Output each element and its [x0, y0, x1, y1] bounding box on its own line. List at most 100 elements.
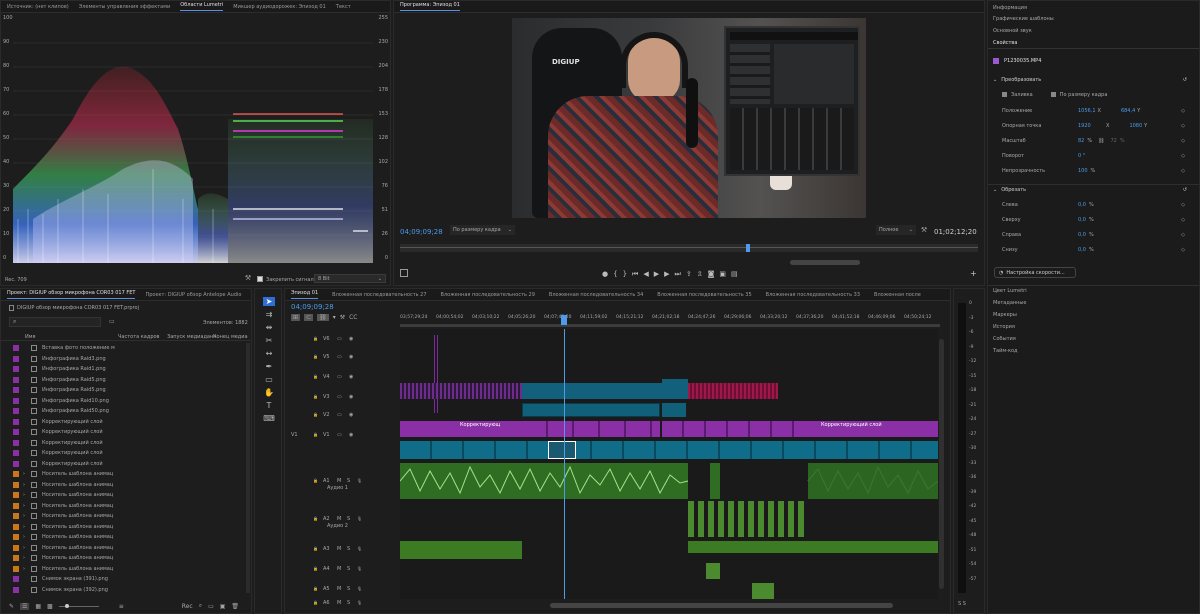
caption-tool-icon[interactable]: ⌨ [263, 414, 275, 423]
chevron-right-icon[interactable]: › [23, 524, 29, 530]
sort-icon[interactable]: ≡ [119, 603, 124, 610]
mute-button[interactable]: M [337, 478, 347, 484]
list-item[interactable]: Инфографика Raid5.png [1, 385, 245, 395]
chevron-right-icon[interactable]: › [23, 482, 29, 488]
go-to-in-icon[interactable]: ⏮ [632, 270, 638, 279]
microphone-icon[interactable]: 🎙 [357, 600, 362, 605]
lock-icon[interactable]: 🔒 [313, 374, 323, 379]
time-ruler[interactable]: 03;57;29;24 04;00;54;02 04;03;10;22 04;05;2… [400, 313, 940, 325]
lock-icon[interactable]: 🔒 [313, 546, 323, 551]
comparison-icon[interactable]: ▣ [719, 270, 726, 278]
tab-essential-sound[interactable]: Основной звук [988, 25, 1199, 36]
eye-icon[interactable]: ◉ [349, 394, 353, 400]
clamp-checkbox[interactable] [257, 276, 263, 282]
toggle-output-icon[interactable]: ▭ [337, 394, 349, 400]
tab-properties[interactable]: Свойства [988, 38, 1199, 49]
keyframe-icon[interactable]: ◇ [1181, 108, 1185, 114]
position-x[interactable]: 1056,1 [1078, 108, 1096, 114]
a3-music-clip[interactable] [400, 541, 522, 559]
wrench-icon[interactable]: ⚒ [244, 274, 252, 282]
eye-icon[interactable]: ◉ [349, 354, 353, 360]
tab-source[interactable]: Источник: (нет клипов) [7, 4, 69, 10]
v1-selected-clip[interactable] [548, 441, 576, 459]
quality-select[interactable]: Полное ⌄ [876, 225, 916, 235]
chevron-right-icon[interactable]: › [23, 566, 29, 572]
microphone-icon[interactable]: 🎙 [357, 478, 362, 483]
tab-sequence[interactable]: Вложенная последовательность 29 [441, 292, 535, 298]
a1-short-clip[interactable] [710, 463, 720, 499]
mark-in-icon[interactable]: { [613, 270, 617, 278]
eye-icon[interactable]: ◉ [349, 374, 353, 380]
extract-icon[interactable]: ⇫ [697, 270, 703, 278]
list-item[interactable]: Снимок экрана (391).png [1, 574, 245, 584]
position-y[interactable]: 684,4 [1121, 108, 1135, 114]
new-item-icon[interactable]: ▣ [220, 603, 226, 610]
mute-button[interactable]: M [337, 586, 347, 592]
playhead[interactable] [746, 244, 750, 252]
tab-timecode[interactable]: Тайм-код [988, 345, 1199, 356]
tab-info[interactable]: Информация [988, 2, 1199, 13]
list-item[interactable]: Корректирующий слой [1, 427, 245, 437]
anchor-y[interactable]: 1080 [1129, 123, 1142, 129]
program-scrubber[interactable] [400, 244, 978, 252]
lock-icon[interactable]: 🔒 [313, 432, 323, 437]
microphone-icon[interactable]: 🎙 [357, 566, 362, 571]
rotation-value[interactable]: 0 ° [1078, 153, 1085, 159]
list-item[interactable]: › Носитель шаблона анимац [1, 532, 245, 542]
tab-project-1[interactable]: Проект: DIGIUP обзор микрофона COR03 017… [7, 290, 136, 299]
mark-out-icon[interactable]: } [623, 270, 627, 278]
hand-tool-icon[interactable]: ✋ [264, 388, 274, 397]
tab-sequence[interactable]: Вложенная последовательность 33 [766, 292, 860, 298]
fill-checkbox[interactable] [1002, 92, 1007, 97]
rectangle-tool-icon[interactable]: ▭ [265, 375, 273, 384]
crop-bottom-value[interactable]: 0,0 [1078, 247, 1086, 253]
list-item[interactable]: Корректирующий слой [1, 438, 245, 448]
col-media-end[interactable]: Конец медиа [213, 334, 248, 340]
lock-icon[interactable]: 🔒 [313, 600, 323, 605]
v2-adjustment-clip-4[interactable]: Корректирующий слой [807, 421, 938, 437]
program-title[interactable]: Программа: Эпизод 01 [400, 2, 460, 11]
v4-clip-teal-2[interactable] [662, 379, 688, 399]
trash-icon[interactable]: 🗑 [231, 603, 239, 610]
v2-adjustment-clip-2[interactable] [522, 421, 660, 437]
solo-button[interactable]: S [347, 546, 357, 552]
lock-icon[interactable]: 🔒 [313, 566, 323, 571]
solo-button[interactable]: S [347, 600, 357, 606]
camera-icon[interactable]: ◙ [708, 270, 715, 278]
toggle-output-icon[interactable]: ▭ [337, 432, 349, 438]
razor-tool-icon[interactable]: ✂ [266, 336, 273, 345]
zoom-slider[interactable] [58, 603, 99, 608]
lock-icon[interactable]: 🔒 [313, 354, 323, 359]
list-item[interactable]: › Носитель шаблона анимац [1, 490, 245, 500]
list-item[interactable]: Корректирующий слой [1, 459, 245, 469]
list-item[interactable]: Инфографика Raid50.png [1, 406, 245, 416]
crop-header[interactable]: ⌄ Обрезать ↺ [988, 184, 1199, 195]
selection-tool-icon[interactable]: ➤ [263, 297, 275, 306]
keyframe-icon[interactable]: ◇ [1181, 202, 1185, 208]
keyframe-icon[interactable]: ◇ [1181, 138, 1185, 144]
a3-music-clip-2[interactable] [688, 541, 938, 553]
v4-clip-magenta[interactable] [688, 383, 778, 399]
timeline-timecode[interactable]: 04;09;09;28 [291, 303, 334, 311]
transform-header[interactable]: ⌄ Преобразовать ↺ [988, 74, 1199, 85]
a2-audio-clips[interactable] [688, 501, 808, 537]
timeline-hscroll[interactable] [550, 603, 893, 608]
add-button-icon[interactable]: + [970, 269, 977, 278]
link-icon[interactable]: ⛓ [1098, 138, 1104, 144]
list-item[interactable]: › Носитель шаблона анимац [1, 543, 245, 553]
mute-button[interactable]: M [337, 546, 347, 552]
list-item[interactable]: Корректирующий слой [1, 417, 245, 427]
toggle-output-icon[interactable]: ▭ [337, 374, 349, 380]
tab-events[interactable]: События [988, 333, 1199, 344]
tab-lumetri-color[interactable]: Цвет Lumetri [988, 285, 1199, 296]
v5-nested-clip[interactable] [434, 335, 440, 413]
a5-clip[interactable] [752, 583, 774, 599]
marker-add-icon[interactable]: ● [602, 270, 608, 278]
snap-icon[interactable]: ⊂ [304, 314, 314, 321]
keyframe-icon[interactable]: ◇ [1181, 168, 1185, 174]
tab-lumetri-scopes[interactable]: Области Lumetri [180, 2, 224, 11]
tab-text[interactable]: Текст [336, 4, 351, 10]
tab-sequence[interactable]: Вложенная после [874, 292, 921, 298]
icon-view-icon[interactable]: ▦ [35, 603, 41, 610]
lock-icon[interactable]: 🔒 [313, 336, 323, 341]
